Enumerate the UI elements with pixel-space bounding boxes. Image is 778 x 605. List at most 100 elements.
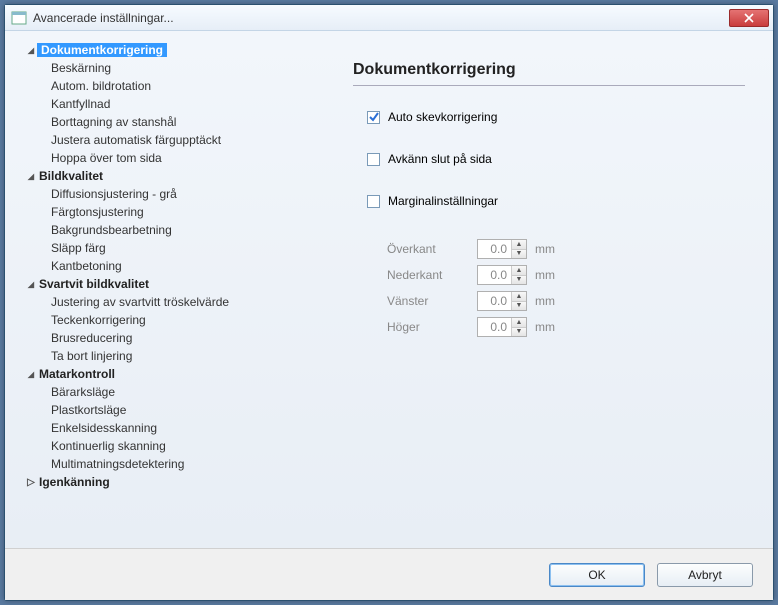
detect-end-label: Avkänn slut på sida — [388, 152, 492, 166]
tree-item-label[interactable]: Bakgrundsbearbetning — [49, 223, 174, 237]
chevron-down-icon[interactable]: ◢ — [25, 172, 37, 181]
tree-item-label[interactable]: Autom. bildrotation — [49, 79, 153, 93]
tree-item-label[interactable]: Kontinuerlig skanning — [49, 439, 168, 453]
tree-item-label[interactable]: Bärarksläge — [49, 385, 117, 399]
window-title: Avancerade inställningar... — [33, 11, 729, 25]
tree-item[interactable]: Färgtonsjustering — [17, 203, 305, 221]
margin-label: Höger — [387, 320, 477, 334]
tree-section[interactable]: ◢Matarkontroll — [17, 365, 305, 383]
button-bar: OK Avbryt — [5, 548, 773, 600]
tree-section[interactable]: ▷Igenkänning — [17, 473, 305, 491]
tree-item-label[interactable]: Justera automatisk färgupptäckt — [49, 133, 223, 147]
tree-item-label[interactable]: Borttagning av stanshål — [49, 115, 178, 129]
tree-item-label[interactable]: Brusreducering — [49, 331, 134, 345]
auto-deskew-row: Auto skevkorrigering — [353, 110, 745, 124]
tree-item[interactable]: Autom. bildrotation — [17, 77, 305, 95]
app-icon — [11, 10, 27, 26]
panel-title: Dokumentkorrigering — [353, 61, 745, 86]
margin-row: Vänster0.0▲▼mm — [387, 288, 745, 314]
chevron-down-icon[interactable]: ◢ — [25, 46, 37, 55]
sidebar-tree: ◢DokumentkorrigeringBeskärningAutom. bil… — [13, 41, 313, 540]
chevron-right-icon[interactable]: ▷ — [25, 477, 37, 488]
tree-item[interactable]: Bakgrundsbearbetning — [17, 221, 305, 239]
margin-value[interactable]: 0.0 — [478, 292, 511, 310]
tree-item-label[interactable]: Enkelsidesskanning — [49, 421, 159, 435]
margin-unit: mm — [535, 242, 555, 256]
tree-section-label[interactable]: Bildkvalitet — [37, 169, 105, 183]
titlebar: Avancerade inställningar... — [5, 5, 773, 31]
tree-item[interactable]: Kontinuerlig skanning — [17, 437, 305, 455]
tree-item[interactable]: Hoppa över tom sida — [17, 149, 305, 167]
tree-item-label[interactable]: Plastkortsläge — [49, 403, 128, 417]
tree-item-label[interactable]: Färgtonsjustering — [49, 205, 146, 219]
margin-spinner[interactable]: 0.0▲▼ — [477, 239, 527, 259]
spin-down-icon[interactable]: ▼ — [512, 302, 526, 311]
spin-down-icon[interactable]: ▼ — [512, 250, 526, 259]
ok-button[interactable]: OK — [549, 563, 645, 587]
spinner-buttons: ▲▼ — [511, 292, 526, 310]
tree-item[interactable]: Teckenkorrigering — [17, 311, 305, 329]
main-panel: Dokumentkorrigering Auto skevkorrigering… — [313, 41, 765, 540]
tree-item[interactable]: Släpp färg — [17, 239, 305, 257]
margin-settings-label: Marginalinställningar — [388, 194, 498, 208]
tree-item-label[interactable]: Multimatningsdetektering — [49, 457, 186, 471]
tree-item-label[interactable]: Diffusionsjustering - grå — [49, 187, 179, 201]
tree-item[interactable]: Plastkortsläge — [17, 401, 305, 419]
margin-value[interactable]: 0.0 — [478, 240, 511, 258]
margin-settings-checkbox[interactable] — [367, 195, 380, 208]
tree-item[interactable]: Justera automatisk färgupptäckt — [17, 131, 305, 149]
chevron-down-icon[interactable]: ◢ — [25, 370, 37, 379]
tree-item-label[interactable]: Kantbetoning — [49, 259, 124, 273]
margin-row: Nederkant0.0▲▼mm — [387, 262, 745, 288]
tree-item-label[interactable]: Kantfyllnad — [49, 97, 112, 111]
auto-deskew-label: Auto skevkorrigering — [388, 110, 497, 124]
tree-item[interactable]: Borttagning av stanshål — [17, 113, 305, 131]
margin-label: Överkant — [387, 242, 477, 256]
tree-section-label[interactable]: Matarkontroll — [37, 367, 117, 381]
spin-up-icon[interactable]: ▲ — [512, 292, 526, 302]
close-button[interactable] — [729, 9, 769, 27]
margin-spinner[interactable]: 0.0▲▼ — [477, 317, 527, 337]
tree-item[interactable]: Kantbetoning — [17, 257, 305, 275]
tree-section-label[interactable]: Svartvit bildkvalitet — [37, 277, 151, 291]
tree-item-label[interactable]: Teckenkorrigering — [49, 313, 148, 327]
auto-deskew-checkbox[interactable] — [367, 111, 380, 124]
tree-item[interactable]: Enkelsidesskanning — [17, 419, 305, 437]
spinner-buttons: ▲▼ — [511, 240, 526, 258]
tree-item-label[interactable]: Hoppa över tom sida — [49, 151, 164, 165]
tree-item[interactable]: Bärarksläge — [17, 383, 305, 401]
tree-item[interactable]: Brusreducering — [17, 329, 305, 347]
margin-value[interactable]: 0.0 — [478, 318, 511, 336]
tree-section[interactable]: ◢Svartvit bildkvalitet — [17, 275, 305, 293]
tree-item-label[interactable]: Ta bort linjering — [49, 349, 134, 363]
margin-value[interactable]: 0.0 — [478, 266, 511, 284]
margin-label: Nederkant — [387, 268, 477, 282]
margin-spinner[interactable]: 0.0▲▼ — [477, 265, 527, 285]
tree-section-label[interactable]: Igenkänning — [37, 475, 112, 489]
spin-down-icon[interactable]: ▼ — [512, 328, 526, 337]
tree-section[interactable]: ◢Bildkvalitet — [17, 167, 305, 185]
tree-item[interactable]: Kantfyllnad — [17, 95, 305, 113]
tree-section[interactable]: ◢Dokumentkorrigering — [17, 41, 305, 59]
tree-item[interactable]: Ta bort linjering — [17, 347, 305, 365]
tree-item-label[interactable]: Justering av svartvitt tröskelvärde — [49, 295, 231, 309]
tree-item-label[interactable]: Släpp färg — [49, 241, 108, 255]
cancel-button[interactable]: Avbryt — [657, 563, 753, 587]
chevron-down-icon[interactable]: ◢ — [25, 280, 37, 289]
spin-up-icon[interactable]: ▲ — [512, 240, 526, 250]
content-area: ◢DokumentkorrigeringBeskärningAutom. bil… — [5, 31, 773, 548]
margin-unit: mm — [535, 294, 555, 308]
tree-section-label[interactable]: Dokumentkorrigering — [37, 43, 167, 57]
tree-item[interactable]: Justering av svartvitt tröskelvärde — [17, 293, 305, 311]
tree-item[interactable]: Multimatningsdetektering — [17, 455, 305, 473]
tree-item[interactable]: Diffusionsjustering - grå — [17, 185, 305, 203]
margin-group: Överkant0.0▲▼mmNederkant0.0▲▼mmVänster0.… — [353, 236, 745, 340]
tree-item-label[interactable]: Beskärning — [49, 61, 113, 75]
spin-down-icon[interactable]: ▼ — [512, 276, 526, 285]
tree-item[interactable]: Beskärning — [17, 59, 305, 77]
spin-up-icon[interactable]: ▲ — [512, 318, 526, 328]
spin-up-icon[interactable]: ▲ — [512, 266, 526, 276]
margin-row: Höger0.0▲▼mm — [387, 314, 745, 340]
detect-end-checkbox[interactable] — [367, 153, 380, 166]
margin-spinner[interactable]: 0.0▲▼ — [477, 291, 527, 311]
